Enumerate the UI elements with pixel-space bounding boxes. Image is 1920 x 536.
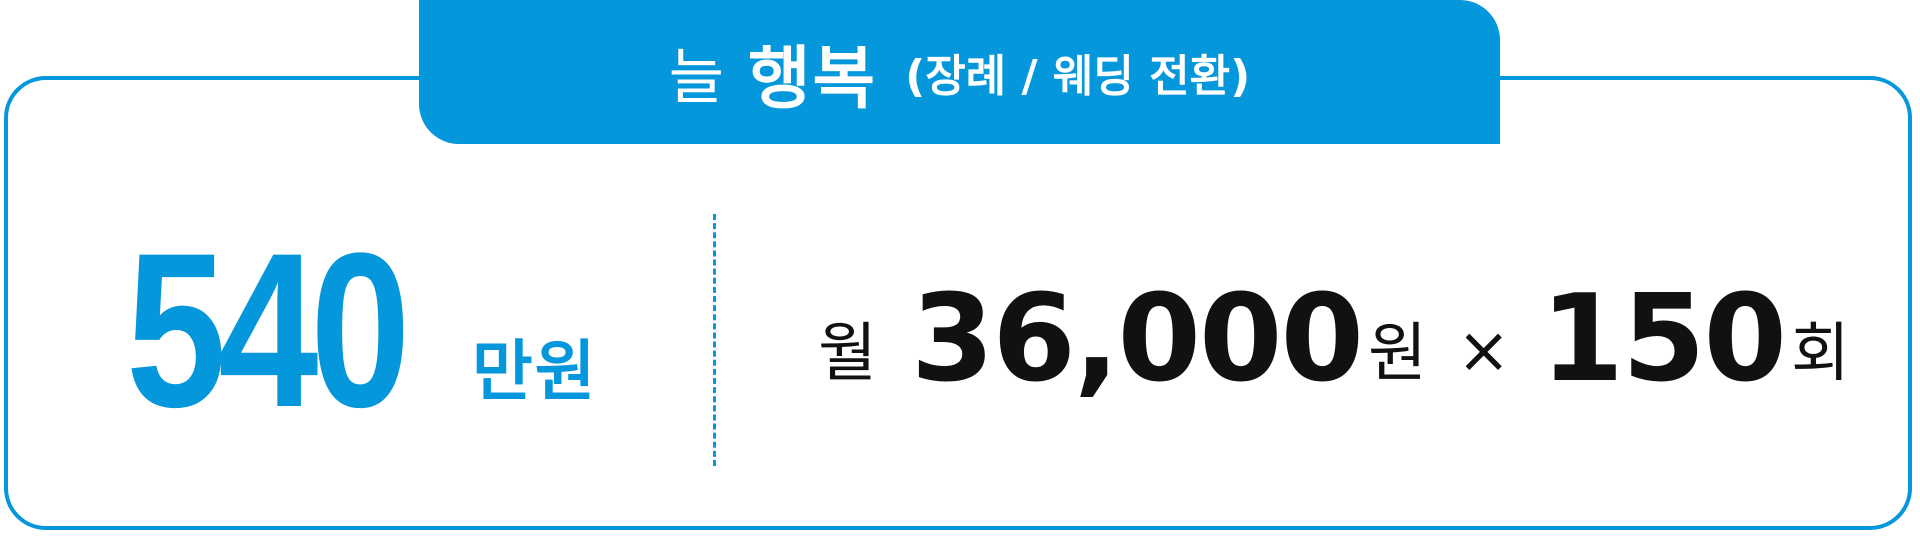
payment-count-unit: 회 <box>1790 317 1850 391</box>
title-prefix: 늘 <box>668 42 726 113</box>
title-subtitle: (장례 / 웨딩 전환) <box>905 51 1251 102</box>
total-amount: 540 만원 <box>126 206 598 453</box>
monthly-amount-unit: 원 <box>1367 317 1427 391</box>
total-amount-value: 540 <box>126 206 411 453</box>
total-amount-unit: 만원 <box>472 333 598 410</box>
multiply-sign: × <box>1456 314 1511 388</box>
payment-count-value: 150 <box>1540 270 1786 409</box>
title-main: 행복 <box>747 39 878 119</box>
product-title-tab: 늘 행복 (장례 / 웨딩 전환) <box>419 0 1500 144</box>
monthly-amount-value: 36,000 <box>910 270 1364 409</box>
dashed-divider <box>713 214 716 466</box>
payment-formula: 월 36,000 원 × 150 회 <box>818 270 1850 400</box>
monthly-label: 월 <box>818 317 877 391</box>
